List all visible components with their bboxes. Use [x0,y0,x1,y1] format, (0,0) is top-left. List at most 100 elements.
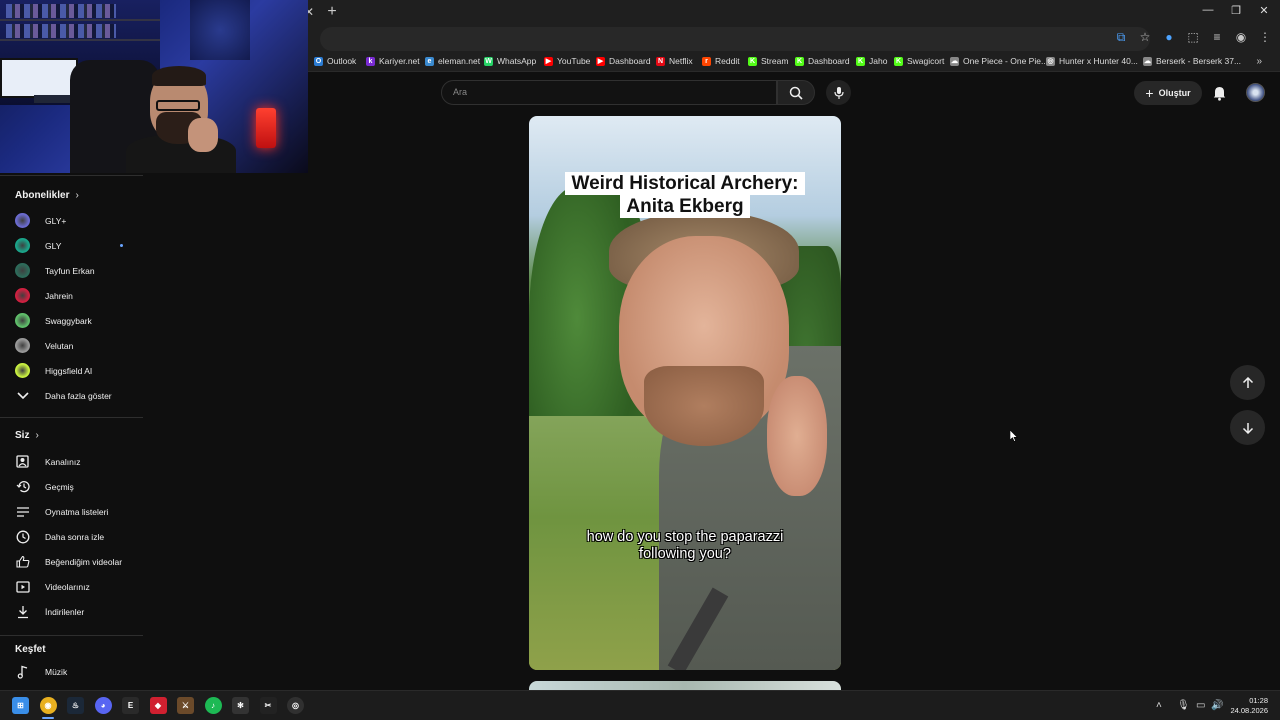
voice-search-button[interactable] [826,80,851,105]
channel-avatar-icon [15,363,30,378]
you-header[interactable]: Siz › [15,430,39,441]
playlists-icon [15,504,30,519]
sidebar-item-tayfun-erkan[interactable]: Tayfun Erkan [0,258,143,283]
bookmark-outlook[interactable]: O Outlook [314,56,356,66]
sidebar-item-gly[interactable]: GLY [0,233,143,258]
bookmark-label: Berserk - Berserk 37... [1156,56,1242,66]
bookmark-label: Swagicort [907,56,945,66]
bookmark-dashboard[interactable]: ▶ Dashboard [596,56,651,66]
steelseries-icon[interactable]: ✻ [232,697,249,714]
chevron-right-icon: › [35,430,39,441]
bookmark-eleman-net[interactable]: e eleman.net [425,56,480,66]
bookmark-label: WhatsApp [497,56,537,66]
epic-icon[interactable]: E [122,697,139,714]
sidebar-item-liked[interactable]: Beğendiğim videolar [0,549,143,574]
restore-button[interactable]: ❐ [1226,4,1246,17]
subscriptions-header[interactable]: Abonelikler › [15,190,79,201]
extensions-puzzle-icon[interactable]: ⬚ [1186,30,1200,44]
bookmark-youtube[interactable]: ▶ YouTube [544,56,590,66]
short-video-player[interactable]: Weird Historical Archery: Anita Ekberg h… [529,116,841,670]
sidebar-item-swaggybark[interactable]: Swaggybark [0,308,143,333]
bookmark-netflix[interactable]: N Netflix [656,56,693,66]
bookmark-berserk-berserk-37[interactable]: ☁ Berserk - Berserk 37... [1143,56,1241,66]
bookmark-label: Dashboard [609,56,651,66]
sidebar-item-music[interactable]: Müzik [0,659,143,684]
subtitle-line1: how do you stop the paparazzi [586,529,784,545]
watch-later-icon [15,529,30,544]
next-short-button[interactable] [1230,410,1265,445]
avatar[interactable] [1246,83,1265,102]
webcam-overlay [0,0,308,173]
bookmark-favicon-icon: ◎ [1046,56,1055,66]
clock-date: 24.08.2026 [1230,706,1268,715]
bookmarks-more-icon[interactable]: » [1256,56,1262,67]
bookmark-jaho[interactable]: K Jaho [856,56,887,66]
bookmark-reddit[interactable]: r Reddit [702,56,740,66]
downloads-icon [15,604,30,619]
discord-icon[interactable]: ◕ [94,697,112,714]
sidebar-item-downloads[interactable]: İndirilenler [0,599,143,624]
sidebar-item-watch-later[interactable]: Daha sonra izle [0,524,143,549]
show-more-button[interactable]: Daha fazla göster [0,383,143,408]
search-button[interactable] [777,80,815,105]
system-clock[interactable]: 01:28 24.08.2026 [1230,696,1268,716]
address-bar[interactable] [320,27,1150,51]
app-red-icon[interactable]: ◆ [149,697,167,714]
microphone-icon [833,86,844,99]
start-icon[interactable]: ⊞ [12,697,29,714]
sidebar-item-playlists[interactable]: Oynatma listeleri [0,499,143,524]
notifications-button[interactable] [1210,84,1228,102]
microphone-tray-icon[interactable]: 🎙 [1177,700,1190,711]
explore-header: Keşfet [15,644,46,655]
clock-time: 01:28 [1249,696,1268,705]
mouse-cursor-icon [1010,430,1018,442]
profile-icon[interactable]: ◉ [1234,30,1248,44]
sidebar-item-history[interactable]: Geçmiş [0,474,143,499]
bookmark-favicon-icon: ▶ [544,56,553,66]
bookmark-label: Stream [761,56,789,66]
bookmark-stream[interactable]: K Stream [748,56,788,66]
bookmark-favicon-icon: r [702,56,711,66]
search-input[interactable]: Ara [441,80,777,105]
close-window-button[interactable]: ✕ [1254,4,1274,17]
bookmark-favicon-icon: W [484,56,493,66]
chevron-down-icon [15,388,30,403]
bookmark-star-icon[interactable]: ☆ [1138,30,1152,44]
volume-icon[interactable]: 🔊 [1211,700,1223,711]
sidebar-item-channel[interactable]: Kanalınız [0,449,143,474]
extension-icon[interactable]: ● [1162,30,1176,44]
sidebar-item-your-videos[interactable]: Videolarınız [0,574,143,599]
capcut-icon[interactable]: ✂ [259,697,277,714]
network-icon[interactable]: ▭ [1196,700,1205,711]
video-title-line1: Weird Historical Archery: [565,172,805,195]
minimize-button[interactable]: — [1198,4,1218,16]
obs-icon[interactable]: ◎ [287,697,304,714]
bookmark-hunter-x-hunter-40[interactable]: ◎ Hunter x Hunter 40... [1046,56,1138,66]
menu-icon[interactable]: ⋮ [1258,30,1272,44]
sidebar-item-gly-[interactable]: GLY+ [0,208,143,233]
sidebar-item-label: Daha sonra izle [45,531,105,542]
bookmark-swagicort[interactable]: K Swagicort [894,56,944,66]
spotify-icon[interactable]: ♪ [204,697,222,714]
bookmark-one-piece-one-pie[interactable]: ☁ One Piece - One Pie... [950,56,1048,66]
app-game-icon[interactable]: ⚔ [177,697,194,714]
steam-icon[interactable]: ♨ [67,697,84,714]
next-short-preview[interactable] [529,681,841,690]
sidebar-item-jahrein[interactable]: Jahrein [0,283,143,308]
sidebar-item-velutan[interactable]: Velutan [0,333,143,358]
create-button[interactable]: + Oluştur [1134,81,1202,105]
bookmark-whatsapp[interactable]: W WhatsApp [484,56,536,66]
previous-short-button[interactable] [1230,365,1265,400]
sidebar-item-label: Müzik [45,666,68,677]
arrow-down-icon [1242,422,1253,434]
bookmark-dashboard[interactable]: K Dashboard [795,56,850,66]
chrome-icon[interactable]: ◉ [39,697,57,714]
media-control-icon[interactable]: ≡ [1210,30,1224,44]
bookmark-kariyer-net[interactable]: k Kariyer.net [366,56,420,66]
channel-avatar-icon [15,263,30,278]
tray-expand-icon[interactable]: ˄ [1156,700,1162,711]
cast-icon[interactable]: ⧉ [1114,30,1128,44]
new-tab-button[interactable]: + [324,3,340,21]
sidebar-item-higgsfield-ai[interactable]: Higgsfield AI [0,358,143,383]
history-icon [15,479,30,494]
